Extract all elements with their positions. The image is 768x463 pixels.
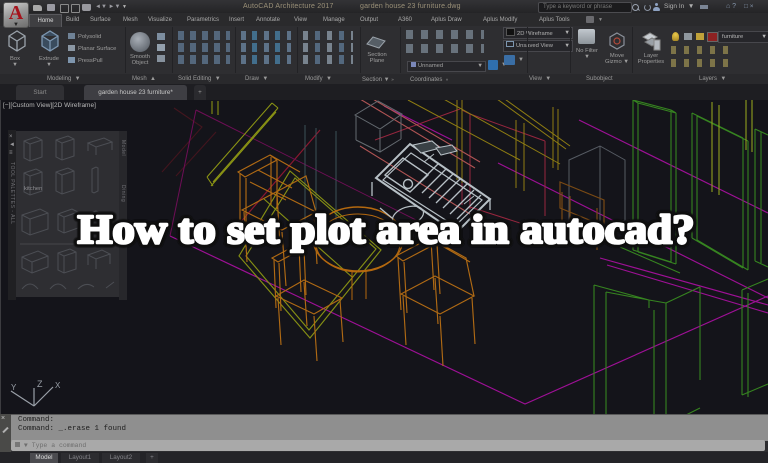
svg-text:X: X [55, 381, 61, 390]
svg-text:Y: Y [11, 383, 17, 392]
svg-text:Z: Z [37, 379, 43, 389]
svg-text:How to set plot area in autoca: How to set plot area in autocad? [78, 206, 695, 252]
